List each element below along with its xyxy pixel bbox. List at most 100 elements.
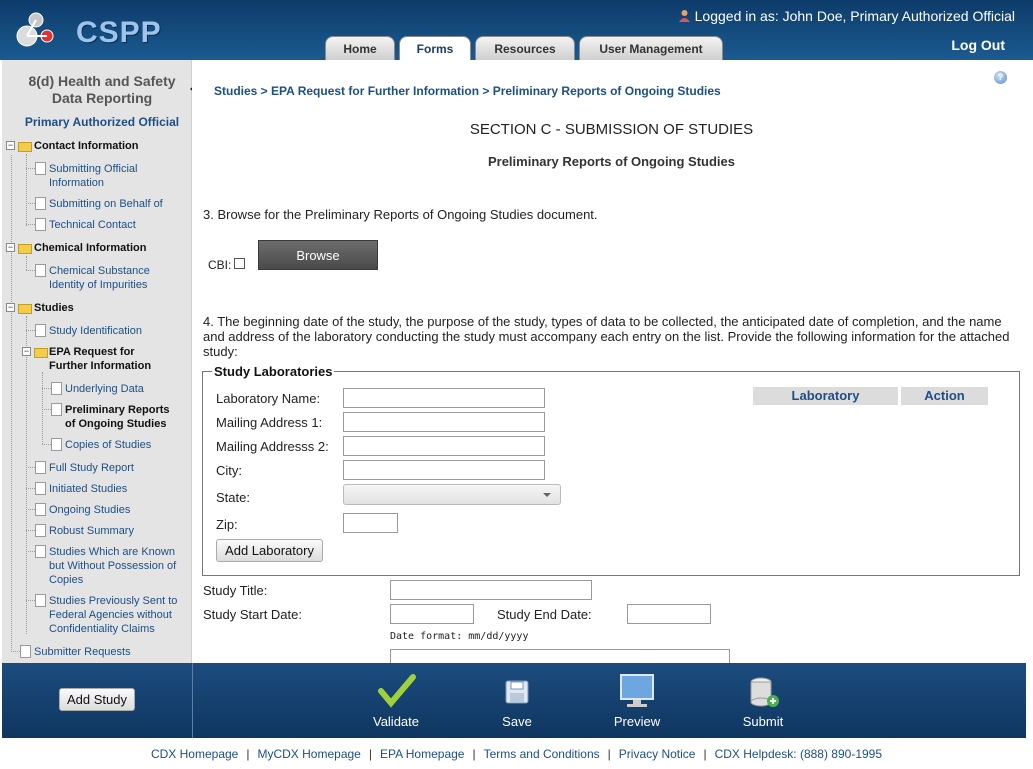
preview-button[interactable]: Preview bbox=[602, 673, 672, 729]
tree-technical-contact[interactable]: Technical Contact bbox=[49, 218, 136, 232]
tree-line bbox=[11, 155, 12, 652]
tree-chemical-information[interactable]: Chemical Information bbox=[34, 241, 146, 255]
tree-ongoing-studies[interactable]: Ongoing Studies bbox=[49, 503, 130, 517]
footer-link-epa[interactable]: EPA Homepage bbox=[380, 747, 465, 761]
study-title-input[interactable] bbox=[390, 580, 592, 600]
page-subtitle: Preliminary Reports of Ongoing Studies bbox=[487, 154, 736, 169]
tab-forms[interactable]: Forms bbox=[399, 36, 471, 60]
page-icon bbox=[35, 594, 46, 607]
validate-label: Validate bbox=[372, 714, 419, 729]
tree-initiated-studies[interactable]: Initiated Studies bbox=[49, 482, 127, 496]
breadcrumb[interactable]: Studies > EPA Request for Further Inform… bbox=[214, 84, 721, 98]
collapse-icon[interactable]: − bbox=[6, 303, 15, 312]
footer-link-helpdesk[interactable]: CDX Helpdesk: (888) 890-1995 bbox=[715, 747, 882, 761]
tree-study-identification[interactable]: Study Identification bbox=[49, 324, 142, 338]
submit-button[interactable]: Submit bbox=[728, 673, 798, 729]
addr1-input[interactable] bbox=[343, 412, 545, 432]
tree-submitting-on-behalf[interactable]: Submitting on Behalf of bbox=[49, 197, 163, 211]
tree-label: Federal Agencies without bbox=[49, 609, 172, 621]
sidebar: 8(d) Health and Safety Data Reporting Pri… bbox=[2, 60, 192, 663]
tree-preliminary-reports[interactable]: Preliminary Reports of Ongoing Studies bbox=[65, 403, 170, 431]
page-icon bbox=[35, 197, 46, 210]
tree-epa-request[interactable]: EPA Request for Further Information bbox=[49, 345, 151, 373]
tab-resources[interactable]: Resources bbox=[475, 36, 575, 60]
tree-line bbox=[26, 467, 35, 468]
tree-studies-previously-sent[interactable]: Studies Previously Sent to Federal Agenci… bbox=[49, 594, 177, 636]
cbi-checkbox[interactable] bbox=[234, 258, 246, 269]
tree-underlying-data[interactable]: Underlying Data bbox=[65, 382, 144, 396]
zip-input[interactable] bbox=[343, 513, 398, 533]
collapse-icon[interactable]: − bbox=[6, 243, 15, 252]
tree-line bbox=[26, 530, 35, 531]
start-date-input[interactable] bbox=[390, 604, 474, 624]
sidebar-title-line2: Data Reporting bbox=[51, 90, 153, 106]
state-select[interactable] bbox=[343, 484, 561, 505]
tree-submitting-official[interactable]: Submitting Official Information bbox=[49, 162, 137, 190]
tree-line bbox=[26, 330, 35, 331]
collapse-icon[interactable]: − bbox=[6, 141, 15, 150]
help-icon[interactable]: ? bbox=[994, 71, 1007, 84]
tree-line bbox=[26, 270, 35, 271]
separator: | bbox=[246, 747, 250, 761]
study-laboratories-legend: Study Laboratories bbox=[212, 364, 335, 379]
end-date-input[interactable] bbox=[627, 604, 711, 624]
page-icon bbox=[20, 645, 31, 658]
tree-line bbox=[26, 224, 35, 225]
separator: | bbox=[368, 747, 372, 761]
molecule-logo-icon bbox=[16, 12, 54, 47]
tree-copies-of-studies[interactable]: Copies of Studies bbox=[65, 438, 151, 452]
logout-link[interactable]: Log Out bbox=[951, 37, 1005, 53]
footer-link-mycdx[interactable]: MyCDX Homepage bbox=[257, 747, 360, 761]
main-content: ? Studies > EPA Request for Further Info… bbox=[192, 60, 1031, 669]
tree-label: EPA Request for bbox=[49, 346, 135, 358]
logged-in-text: Logged in as: John Doe, Primary Authoriz… bbox=[694, 8, 1015, 24]
browse-button[interactable]: Browse bbox=[258, 240, 378, 270]
tree-studies[interactable]: Studies bbox=[34, 301, 74, 315]
chevron-down-icon bbox=[543, 493, 551, 497]
tree-line bbox=[42, 444, 51, 445]
addr2-input[interactable] bbox=[343, 436, 545, 456]
tree-contact-information[interactable]: Contact Information bbox=[34, 139, 139, 153]
sidebar-title: 8(d) Health and Safety Data Reporting bbox=[2, 73, 191, 107]
tree-line bbox=[26, 256, 27, 270]
tree-full-study-report[interactable]: Full Study Report bbox=[49, 461, 134, 475]
end-date-label: Study End Date: bbox=[497, 607, 592, 622]
footer-link-privacy[interactable]: Privacy Notice bbox=[619, 747, 696, 761]
page-icon bbox=[51, 438, 62, 451]
cbi-label: CBI: bbox=[208, 258, 232, 272]
save-button[interactable]: Save bbox=[482, 673, 552, 729]
folder-icon bbox=[34, 348, 48, 358]
tree-label: Chemical Substance bbox=[49, 265, 150, 277]
page-icon bbox=[35, 324, 46, 337]
separator: | bbox=[607, 747, 611, 761]
tree-label: Identity of Impurities bbox=[49, 279, 148, 291]
cspp-logo: CSPP bbox=[14, 6, 164, 52]
tree-line bbox=[42, 388, 51, 389]
tree-label: Preliminary Reports bbox=[65, 404, 170, 416]
bar-divider bbox=[192, 663, 193, 738]
tree-studies-known[interactable]: Studies Which are Known but Without Posse… bbox=[49, 545, 176, 587]
add-study-button[interactable]: Add Study bbox=[59, 688, 135, 711]
tab-user-management[interactable]: User Management bbox=[579, 36, 723, 60]
footer-link-cdx[interactable]: CDX Homepage bbox=[151, 747, 238, 761]
footer-link-terms[interactable]: Terms and Conditions bbox=[484, 747, 600, 761]
tree-submitter-requests[interactable]: Submitter Requests bbox=[34, 645, 131, 659]
tree-label: Studies Which are Known bbox=[49, 546, 175, 558]
page-icon bbox=[51, 382, 62, 395]
validate-button[interactable]: Validate bbox=[361, 673, 431, 729]
page-icon bbox=[35, 264, 46, 277]
zip-label: Zip: bbox=[216, 517, 238, 532]
floppy-disk-icon bbox=[505, 680, 529, 704]
tree-chemical-substance[interactable]: Chemical Substance Identity of Impurities bbox=[49, 264, 150, 292]
collapse-icon[interactable]: − bbox=[22, 347, 31, 356]
page-icon bbox=[35, 461, 46, 474]
lab-name-input[interactable] bbox=[343, 388, 545, 408]
tab-home[interactable]: Home bbox=[325, 36, 395, 60]
add-laboratory-button[interactable]: Add Laboratory bbox=[216, 539, 323, 562]
tree-line bbox=[42, 409, 51, 410]
tree-label: Submitting Official bbox=[49, 163, 138, 175]
tree-line bbox=[42, 372, 43, 444]
page-icon bbox=[35, 162, 46, 175]
city-input[interactable] bbox=[343, 460, 545, 480]
tree-robust-summary[interactable]: Robust Summary bbox=[49, 524, 134, 538]
